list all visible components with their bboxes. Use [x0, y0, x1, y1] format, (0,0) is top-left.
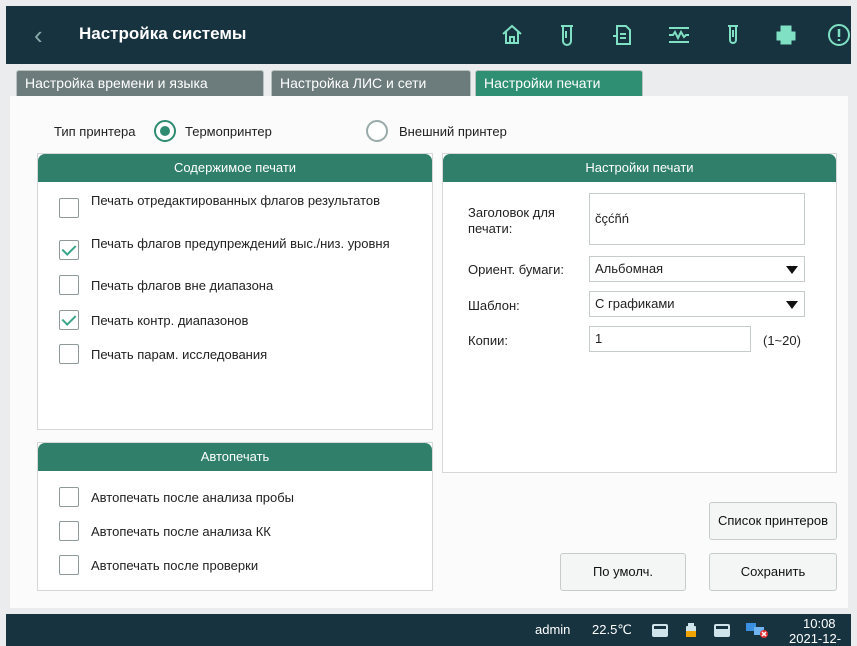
network-disconnected-icon — [745, 622, 769, 638]
page-title: Настройка системы — [79, 24, 247, 43]
checkbox-autoprint-verify[interactable] — [59, 555, 79, 575]
checkbox-autoprint-verify-label: Автопечать после проверки — [91, 558, 259, 573]
temperature: 22.5℃ — [592, 622, 632, 637]
checkbox-edited-flags-label: Печать отредактированных флагов результа… — [91, 193, 381, 208]
save-button[interactable]: Сохранить — [709, 553, 837, 591]
thermal-printer-label[interactable]: Термопринтер — [185, 124, 272, 139]
copies-label: Копии: — [468, 333, 508, 348]
tab-time-language[interactable]: Настройка времени и языка — [16, 70, 264, 96]
document-export-icon[interactable] — [610, 22, 636, 48]
storage-icon — [651, 622, 669, 638]
checkbox-autoprint-sample-label: Автопечать после анализа пробы — [91, 490, 294, 505]
checkbox-autoprint-qc-label: Автопечать после анализа КК — [91, 524, 271, 539]
waste-icon — [713, 622, 731, 638]
test-tube-icon[interactable] — [554, 22, 580, 48]
default-button[interactable]: По умолч. — [560, 553, 686, 591]
waveform-icon[interactable] — [666, 22, 692, 48]
orientation-label: Ориент. бумаги: — [468, 262, 565, 277]
checkbox-control-ranges-label: Печать контр. диапазонов — [91, 313, 249, 328]
checkbox-high-low-flags[interactable] — [59, 240, 79, 260]
top-bar: ‹ Настройка системы — [6, 6, 851, 64]
status-bar: admin 22.5℃ 10:08 2021-12-30 — [6, 614, 851, 646]
template-label: Шаблон: — [468, 298, 520, 313]
checkbox-high-low-flags-label: Печать флагов предупреждений выс./низ. у… — [91, 236, 390, 251]
print-title-input[interactable]: čçćñń — [589, 193, 805, 245]
printer-icon[interactable] — [773, 22, 799, 48]
copies-range-hint: (1~20) — [763, 333, 801, 348]
copies-input[interactable]: 1 — [589, 326, 751, 352]
clock-date: 2021-12-30 — [789, 631, 842, 646]
checkbox-study-params-label: Печать парам. исследования — [91, 347, 268, 362]
print-content-header: Содержимое печати — [38, 154, 432, 182]
orientation-select[interactable]: Альбомная — [589, 256, 805, 282]
reagent-bottle-icon — [682, 622, 700, 638]
checkbox-autoprint-qc[interactable] — [59, 521, 79, 541]
external-printer-label[interactable]: Внешний принтер — [399, 124, 507, 139]
back-arrow-icon[interactable]: ‹ — [34, 21, 54, 49]
tab-lis-network[interactable]: Настройка ЛИС и сети — [271, 70, 471, 96]
external-printer-radio[interactable] — [366, 120, 388, 142]
checkbox-autoprint-sample[interactable] — [59, 487, 79, 507]
current-user: admin — [535, 622, 571, 637]
printer-list-button[interactable]: Список принтеров — [709, 502, 837, 540]
thermal-printer-radio[interactable] — [154, 120, 176, 142]
template-select[interactable]: С графиками — [589, 291, 805, 317]
tab-print-settings[interactable]: Настройки печати — [475, 70, 643, 96]
checkbox-out-of-range-label: Печать флагов вне диапазона — [91, 278, 274, 293]
autoprint-header: Автопечать — [38, 443, 432, 471]
home-icon[interactable] — [499, 22, 525, 48]
reagent-tube-icon[interactable] — [720, 22, 746, 48]
checkbox-control-ranges[interactable] — [59, 310, 79, 330]
print-title-label: Заголовок для печати: — [468, 205, 555, 236]
clock-time: 10:08 — [803, 616, 836, 631]
checkbox-edited-flags[interactable] — [59, 198, 79, 218]
printer-type-label: Тип принтера — [54, 124, 136, 139]
checkbox-study-params[interactable] — [59, 344, 79, 364]
print-settings-header: Настройки печати — [443, 154, 836, 182]
tab-bar: Настройка времени и языка Настройка ЛИС … — [6, 66, 851, 96]
alert-icon[interactable] — [826, 22, 852, 48]
checkbox-out-of-range[interactable] — [59, 275, 79, 295]
